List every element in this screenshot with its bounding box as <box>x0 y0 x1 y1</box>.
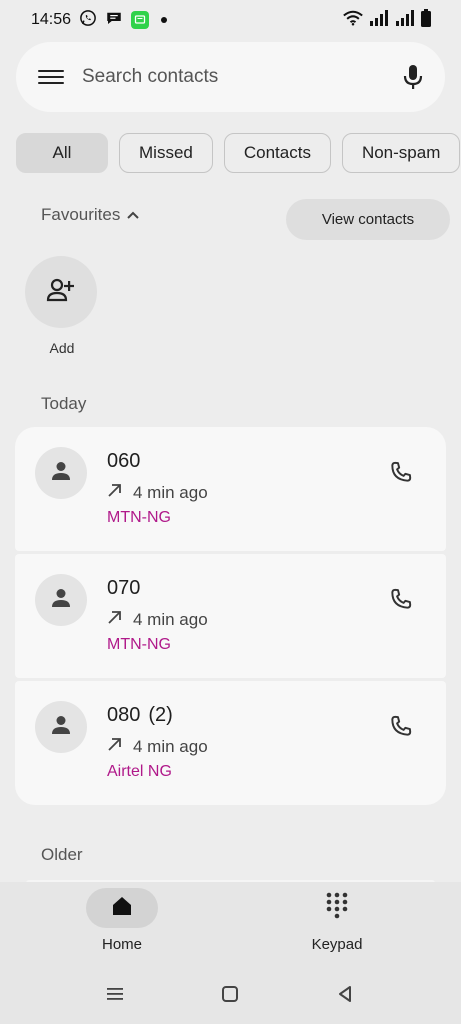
nav-keypad-label: Keypad <box>311 936 363 953</box>
home-square-icon[interactable] <box>216 980 244 1008</box>
section-older: Older <box>41 845 83 864</box>
view-contacts-button[interactable]: View contacts <box>286 199 450 240</box>
nav-home[interactable]: Home <box>62 888 182 953</box>
phone-call-icon[interactable] <box>388 713 414 739</box>
person-icon <box>50 587 72 614</box>
message-bubble-icon <box>105 9 123 32</box>
add-person-icon <box>46 277 76 308</box>
person-icon <box>50 460 72 487</box>
call-meta: 4 min ago <box>107 736 208 757</box>
hamburger-menu-icon[interactable] <box>38 67 64 87</box>
recents-menu-icon[interactable] <box>101 980 129 1008</box>
add-favourite-button[interactable] <box>25 256 97 328</box>
filter-chip-missed[interactable]: Missed <box>119 133 213 173</box>
person-icon <box>50 714 72 741</box>
phone-call-icon[interactable] <box>388 586 414 612</box>
chevron-up-icon <box>126 205 140 225</box>
caller-number: 070 <box>107 577 141 599</box>
outgoing-call-arrow-icon <box>107 482 123 503</box>
caller-name: 070 <box>107 577 148 600</box>
phone-call-icon[interactable] <box>388 459 414 485</box>
outgoing-call-arrow-icon <box>107 736 123 757</box>
call-log-item[interactable]: 080 (2) 4 min ago Airtel NG <box>15 681 446 805</box>
caller-name: 060 <box>107 450 148 473</box>
call-count: (2) <box>148 704 173 726</box>
filter-chip-contacts[interactable]: Contacts <box>223 133 331 173</box>
system-navigation <box>0 980 461 1008</box>
section-today: Today <box>41 394 87 413</box>
filter-chip-all[interactable]: All <box>16 133 108 173</box>
home-icon <box>110 894 134 923</box>
nav-home-label: Home <box>101 936 142 953</box>
caller-number: 080 <box>107 704 141 726</box>
battery-icon <box>421 8 431 32</box>
green-sms-icon <box>131 11 150 29</box>
call-log-item[interactable]: 060 4 min ago MTN-NG <box>15 427 446 551</box>
avatar[interactable] <box>35 447 87 499</box>
call-time: 4 min ago <box>133 482 208 502</box>
status-time: 14:56 <box>31 11 72 28</box>
caller-name: 080 (2) <box>107 704 173 727</box>
carrier-label: MTN-NG <box>107 636 171 653</box>
avatar[interactable] <box>35 574 87 626</box>
add-favourite-label: Add <box>49 340 75 356</box>
back-triangle-icon[interactable] <box>331 980 359 1008</box>
call-time: 4 min ago <box>133 736 208 756</box>
caller-number: 060 <box>107 450 141 472</box>
nav-keypad[interactable]: Keypad <box>277 888 397 953</box>
filter-chips: All Missed Contacts Non-spam <box>0 133 461 175</box>
call-log-list: 060 4 min ago MTN-NG 070 4 min ago MTN-N <box>15 427 446 808</box>
notification-dot <box>161 17 168 23</box>
status-bar: 14:56 <box>0 0 461 40</box>
carrier-label: MTN-NG <box>107 509 171 526</box>
signal-icon <box>369 9 389 31</box>
wifi-icon <box>343 10 363 31</box>
favourites-label: Favourites <box>41 205 121 224</box>
call-time: 4 min ago <box>133 609 208 629</box>
carrier-label: Airtel NG <box>107 763 172 780</box>
filter-chip-non-spam[interactable]: Non-spam <box>341 133 461 173</box>
microphone-icon[interactable] <box>401 63 425 91</box>
search-input[interactable]: Search contacts <box>82 66 401 88</box>
favourites-header[interactable]: Favourites <box>41 205 140 225</box>
whatsapp-icon <box>79 9 97 32</box>
search-bar[interactable]: Search contacts <box>16 42 445 112</box>
call-meta: 4 min ago <box>107 609 208 630</box>
call-meta: 4 min ago <box>107 482 208 503</box>
signal-icon <box>395 9 415 31</box>
call-log-item[interactable]: 070 4 min ago MTN-NG <box>15 554 446 678</box>
avatar[interactable] <box>35 701 87 753</box>
dialpad-icon <box>325 891 349 926</box>
outgoing-call-arrow-icon <box>107 609 123 630</box>
